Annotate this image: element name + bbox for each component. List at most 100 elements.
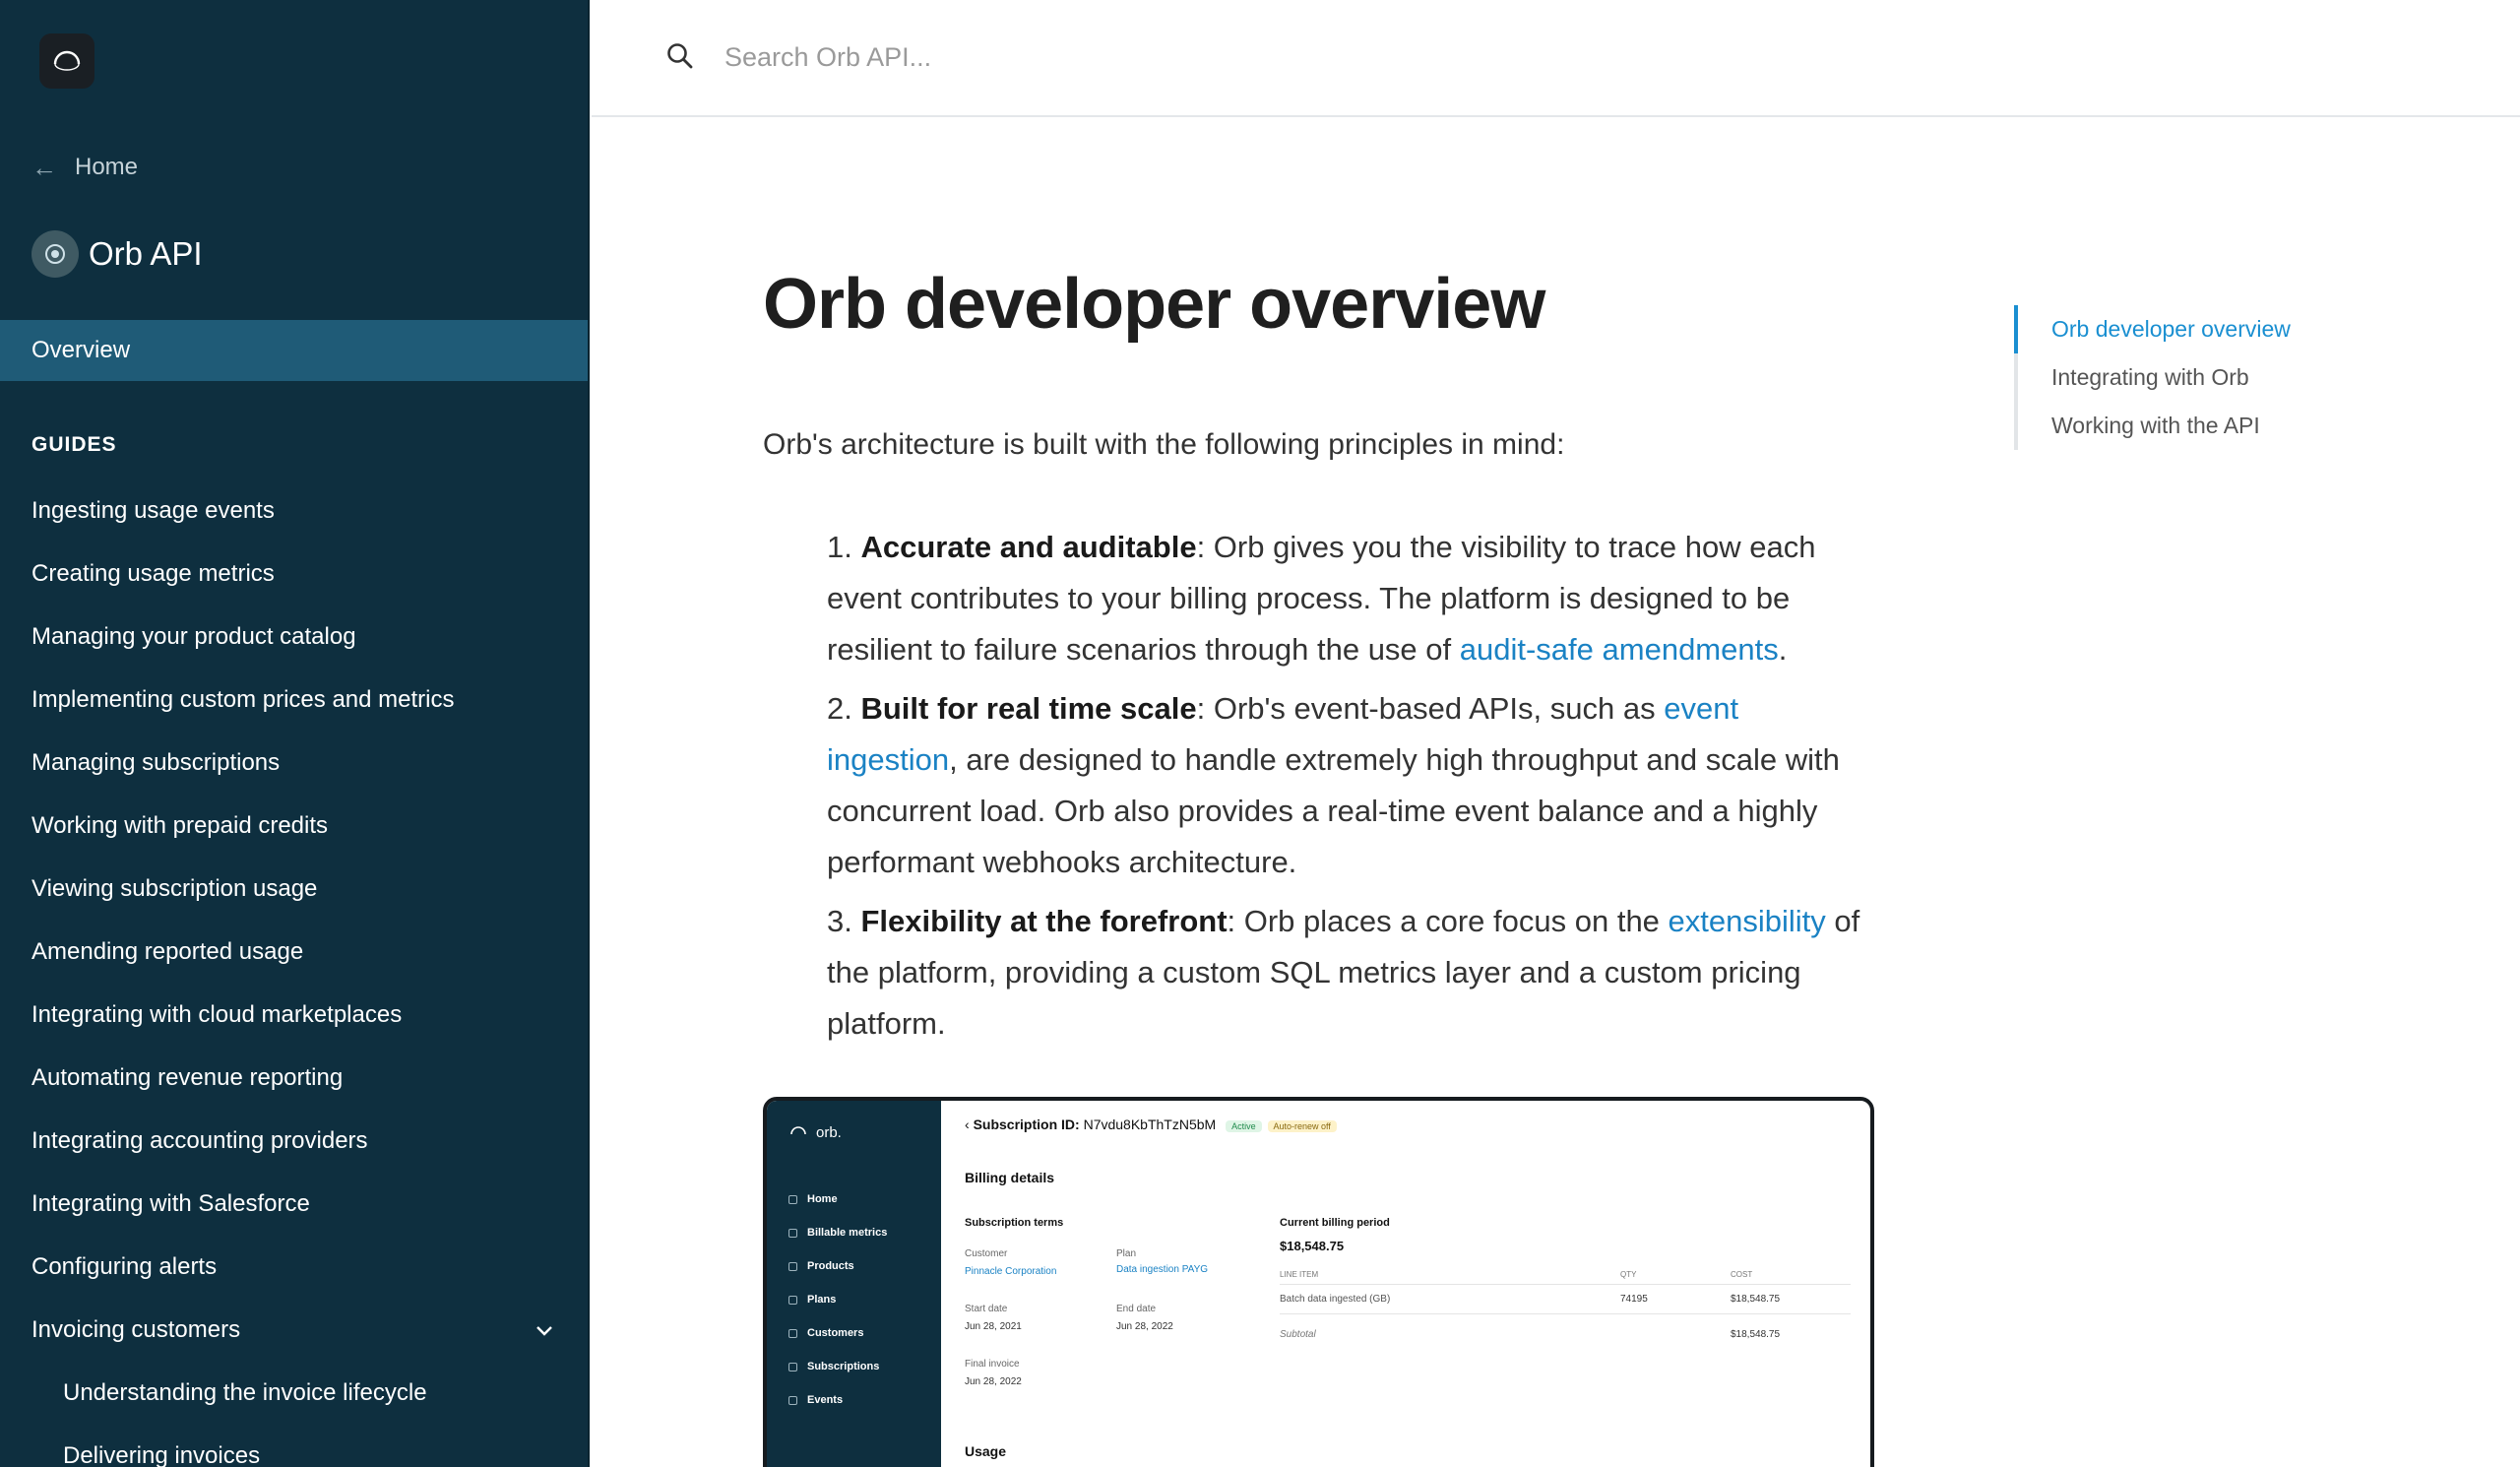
metrics-icon xyxy=(788,1228,797,1238)
billing-period-heading: Current billing period xyxy=(1280,1217,1390,1229)
plan-label: Plan xyxy=(1116,1248,1137,1259)
line-item-name: Batch data ingested (GB) xyxy=(1280,1294,1391,1305)
sidebar-item-managing-subscriptions[interactable]: Managing subscriptions xyxy=(0,732,588,795)
start-date-value: Jun 28, 2021 xyxy=(965,1321,1022,1332)
intro-text: Orb's architecture is built with the fol… xyxy=(763,428,1565,461)
subscriptions-icon xyxy=(788,1362,797,1371)
page-title: Orb developer overview xyxy=(763,265,1545,344)
screenshot-nav-products: Products xyxy=(788,1260,854,1272)
principle-title: Accurate and auditable xyxy=(860,530,1197,564)
sidebar-item-amending-usage[interactable]: Amending reported usage xyxy=(0,921,588,984)
extensibility-link[interactable]: extensibility xyxy=(1669,904,1826,938)
principle-number: 1. xyxy=(827,530,852,564)
screenshot-nav-events: Events xyxy=(788,1394,843,1406)
events-icon xyxy=(788,1395,797,1405)
screenshot-sidebar: orb. Home Billable metrics Products Plan… xyxy=(767,1101,941,1467)
screenshot-nav-label: Plans xyxy=(807,1294,837,1306)
docs-app: ← Home Orb API Overview GUIDES Ingesting… xyxy=(0,0,2520,1467)
line-item-column-header: LINE ITEM xyxy=(1280,1270,1319,1279)
principle-text: , are designed to handle extremely high … xyxy=(827,742,1840,879)
end-date-label: End date xyxy=(1116,1304,1157,1314)
sidebar-item-salesforce[interactable]: Integrating with Salesforce xyxy=(0,1173,588,1236)
sidebar-item-creating-usage-metrics[interactable]: Creating usage metrics xyxy=(0,542,588,606)
cost-column-header: COST xyxy=(1731,1270,1753,1279)
back-chevron-icon: ‹ xyxy=(965,1116,970,1132)
orb-api-icon xyxy=(32,230,79,278)
auto-renew-badge: Auto-renew off xyxy=(1267,1120,1337,1132)
guides-nav: Ingesting usage events Creating usage me… xyxy=(0,479,588,1467)
subscription-terms-heading: Subscription terms xyxy=(965,1217,1064,1229)
principles-list: 1. Accurate and auditable: Orb gives you… xyxy=(827,522,1860,1057)
table-of-contents: Orb developer overview Integrating with … xyxy=(2014,305,2339,450)
sidebar-item-configuring-alerts[interactable]: Configuring alerts xyxy=(0,1236,588,1299)
orb-logo-icon xyxy=(790,1126,806,1135)
plans-icon xyxy=(788,1295,797,1305)
screenshot-nav-label: Home xyxy=(807,1193,838,1205)
start-date-label: Start date xyxy=(965,1304,1008,1314)
sidebar-item-accounting-providers[interactable]: Integrating accounting providers xyxy=(0,1110,588,1173)
sidebar-item-subscription-usage[interactable]: Viewing subscription usage xyxy=(0,858,588,921)
sidebar: ← Home Orb API Overview GUIDES Ingesting… xyxy=(0,0,590,1467)
audit-safe-amendments-link[interactable]: audit-safe amendments xyxy=(1460,632,1779,667)
customers-icon xyxy=(788,1328,797,1338)
screenshot-nav-label: Subscriptions xyxy=(807,1361,880,1372)
principle-number: 3. xyxy=(827,904,852,938)
screenshot-nav-subscriptions: Subscriptions xyxy=(788,1361,879,1372)
line-item-qty: 74195 xyxy=(1620,1294,1648,1305)
qty-column-header: QTY xyxy=(1620,1270,1637,1279)
sidebar-item-prepaid-credits[interactable]: Working with prepaid credits xyxy=(0,795,588,858)
product-screenshot: orb. Home Billable metrics Products Plan… xyxy=(763,1097,1874,1467)
sidebar-item-cloud-marketplaces[interactable]: Integrating with cloud marketplaces xyxy=(0,984,588,1047)
home-link[interactable]: ← Home xyxy=(32,148,138,187)
toc-item-integrating-with-orb[interactable]: Integrating with Orb xyxy=(2018,353,2339,402)
sidebar-item-custom-prices-metrics[interactable]: Implementing custom prices and metrics xyxy=(0,669,588,732)
principle-text: : Orb's event-based APIs, such as xyxy=(1196,691,1665,726)
sidebar-item-ingesting-usage-events[interactable]: Ingesting usage events xyxy=(0,479,588,542)
screenshot-subscription-header: ‹ Subscription ID: N7vdu8KbThTzN5bM Acti… xyxy=(965,1116,1337,1132)
chevron-down-icon[interactable] xyxy=(533,1318,556,1342)
principle-item: 3. Flexibility at the forefront: Orb pla… xyxy=(827,896,1860,1050)
search-icon[interactable] xyxy=(665,41,695,71)
screenshot-nav-label: Billable metrics xyxy=(807,1227,888,1239)
back-arrow-icon: ← xyxy=(32,152,57,182)
orb-logo-icon[interactable] xyxy=(39,33,94,89)
principle-item: 2. Built for real time scale: Orb's even… xyxy=(827,683,1860,888)
products-icon xyxy=(788,1261,797,1271)
principle-item: 1. Accurate and auditable: Orb gives you… xyxy=(827,522,1860,675)
screenshot-nav-home: Home xyxy=(788,1193,838,1205)
screenshot-nav-label: Customers xyxy=(807,1327,864,1339)
screenshot-main: ‹ Subscription ID: N7vdu8KbThTzN5bM Acti… xyxy=(941,1101,1870,1467)
customer-label: Customer xyxy=(965,1248,1008,1259)
toc-item-working-with-api[interactable]: Working with the API xyxy=(2018,402,2339,450)
billing-period-total: $18,548.75 xyxy=(1280,1239,1345,1253)
screenshot-nav-plans: Plans xyxy=(788,1294,836,1306)
product-header[interactable]: Orb API xyxy=(32,230,203,278)
final-invoice-value: Jun 28, 2022 xyxy=(965,1376,1022,1387)
screenshot-nav-label: Products xyxy=(807,1260,854,1272)
screenshot-nav-label: Events xyxy=(807,1394,844,1406)
guides-heading: GUIDES xyxy=(32,433,117,456)
active-badge: Active xyxy=(1226,1120,1262,1132)
sidebar-item-delivering-invoices[interactable]: Delivering invoices xyxy=(0,1425,588,1467)
search-input[interactable] xyxy=(724,33,1414,81)
customer-value: Pinnacle Corporation xyxy=(965,1266,1057,1277)
home-icon xyxy=(788,1194,797,1204)
principle-text: . xyxy=(1778,632,1788,667)
sidebar-item-invoicing-customers[interactable]: Invoicing customers xyxy=(0,1299,588,1362)
sidebar-item-overview[interactable]: Overview xyxy=(0,320,588,381)
sidebar-item-invoice-lifecycle[interactable]: Understanding the invoice lifecycle xyxy=(0,1362,588,1425)
screenshot-brand: orb. xyxy=(788,1122,842,1142)
subscription-id-label: Subscription ID: xyxy=(973,1116,1080,1132)
subtotal-label: Subtotal xyxy=(1280,1329,1316,1340)
principle-text: : Orb places a core focus on the xyxy=(1227,904,1669,938)
billing-details-heading: Billing details xyxy=(965,1170,1055,1185)
principle-title: Flexibility at the forefront xyxy=(860,904,1228,938)
final-invoice-label: Final invoice xyxy=(965,1359,1020,1370)
principle-title: Built for real time scale xyxy=(860,691,1197,726)
toc-item-developer-overview[interactable]: Orb developer overview xyxy=(2014,305,2339,353)
sidebar-item-managing-product-catalog[interactable]: Managing your product catalog xyxy=(0,606,588,669)
sidebar-item-revenue-reporting[interactable]: Automating revenue reporting xyxy=(0,1047,588,1110)
home-label: Home xyxy=(75,154,139,180)
table-divider xyxy=(1280,1284,1851,1285)
line-item-cost: $18,548.75 xyxy=(1731,1294,1781,1305)
